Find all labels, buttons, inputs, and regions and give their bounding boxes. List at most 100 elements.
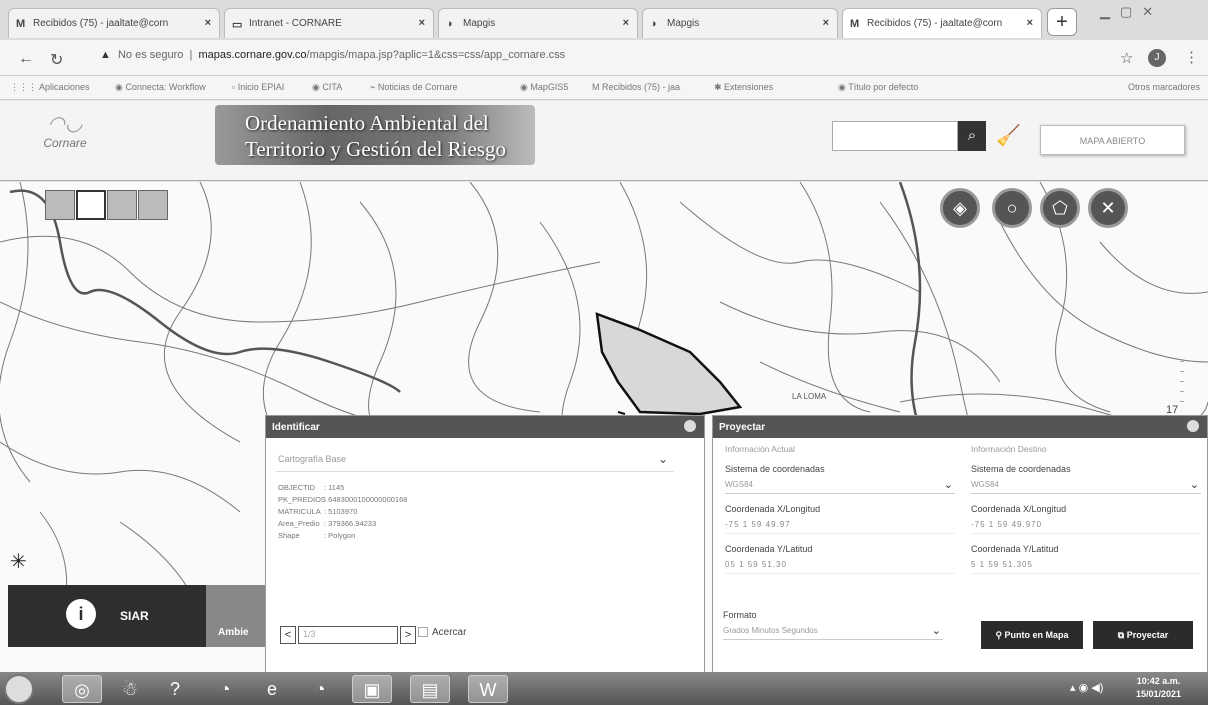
selected-parcel[interactable] xyxy=(595,312,743,416)
acercar-checkbox[interactable]: Acercar xyxy=(418,627,466,638)
reload-icon[interactable]: ↻ xyxy=(50,50,63,70)
target-system-select[interactable]: WGS84 ⌄ xyxy=(971,474,1201,494)
polygon-tool-icon[interactable]: ⬠ xyxy=(1040,188,1080,228)
people-icon[interactable]: ☃ xyxy=(110,675,150,703)
source-system-select[interactable]: WGS84 ⌄ xyxy=(725,474,955,494)
chrome-icon[interactable]: ◎ xyxy=(62,675,102,703)
bookmark-titulo[interactable]: ◉ Título por defecto xyxy=(838,82,918,93)
bookmark-extensiones[interactable]: ✱ Extensiones xyxy=(714,82,773,93)
format-select[interactable]: Grados Minutos Segundos ⌄ xyxy=(723,620,943,640)
map-pin-icon: ⚲ xyxy=(995,630,1003,640)
clock-date: 15/01/2021 xyxy=(1136,689,1182,699)
taskbar-clock[interactable]: 10:42 a.m. 15/01/2021 xyxy=(1136,675,1181,701)
target-y-label: Coordenada Y/Latitud xyxy=(971,544,1059,554)
close-icon[interactable]: × xyxy=(1027,17,1033,29)
tab-gmail-1[interactable]: M Recibidos (75) - jaaltate@corn × xyxy=(8,8,220,38)
map-open-button[interactable]: MAPA ABIERTO xyxy=(1040,125,1185,155)
close-icon[interactable]: × xyxy=(205,17,211,29)
source-x-label: Coordenada X/Longitud xyxy=(725,504,821,514)
new-tab-button[interactable]: + xyxy=(1047,8,1077,36)
chevron-down-icon: ⌄ xyxy=(1189,479,1199,491)
format-group: Formato Grados Minutos Segundos ⌄ xyxy=(723,610,943,640)
bookmark-apps[interactable]: ⋮⋮⋮ Aplicaciones xyxy=(10,82,90,93)
loading-spinner-icon: ✳ xyxy=(10,551,27,573)
help-icon[interactable]: ? xyxy=(155,675,195,703)
project-panel-header: Proyectar xyxy=(713,416,1207,438)
bookmark-recibidos[interactable]: M Recibidos (75) - jaa xyxy=(592,82,680,92)
tab-intranet[interactable]: ▭ Intranet - CORNARE × xyxy=(224,8,434,38)
external-link-icon: ⧉ xyxy=(1117,630,1125,640)
firefox-icon[interactable]: ◔ xyxy=(205,675,245,703)
tab-title: Recibidos (75) - jaaltate@corn xyxy=(867,18,1003,29)
url-field[interactable]: ▲ No es seguro | mapas.cornare.gov.co/ma… xyxy=(100,49,565,61)
target-system-label: Sistema de coordenadas xyxy=(971,464,1071,474)
close-icon[interactable]: × xyxy=(823,17,829,29)
banner-title-line2: Territorio y Gestión del Riesgo xyxy=(245,137,506,161)
search-input[interactable] xyxy=(832,121,958,151)
attribute-row: Shape: Polygon xyxy=(278,531,356,540)
search-button[interactable]: ⌕ xyxy=(958,121,986,151)
basemap-thumb-3[interactable] xyxy=(107,190,137,220)
bookmark-star-icon[interactable]: ☆ xyxy=(1120,49,1133,67)
bookmark-otros[interactable]: Otros marcadores xyxy=(1128,82,1200,92)
clear-broom-icon[interactable]: 🧹 xyxy=(996,123,1021,148)
bookmark-epiai[interactable]: ▫ Inicio EPIAI xyxy=(232,82,284,92)
info-icon: i xyxy=(66,599,96,629)
source-x-input[interactable]: -75 1 59 49.97 xyxy=(725,514,955,534)
basemap-thumb-4[interactable] xyxy=(138,190,168,220)
ambiental-tile[interactable]: Ambie xyxy=(206,585,266,647)
back-arrow-icon[interactable]: ← xyxy=(18,50,34,68)
siar-label: SIAR xyxy=(120,609,149,623)
basemap-thumb-1[interactable] xyxy=(45,190,75,220)
kebab-menu-icon[interactable]: ⋮ xyxy=(1184,48,1199,66)
basemap-thumb-2[interactable] xyxy=(76,190,106,220)
tab-mapgis-2[interactable]: ◑ Mapgis × xyxy=(642,8,838,38)
pager-next-button[interactable]: > xyxy=(400,626,416,644)
close-icon[interactable]: × xyxy=(419,17,425,29)
checkbox-box xyxy=(418,627,428,638)
close-icon[interactable]: × xyxy=(623,17,629,29)
zoom-scale-ticks: – – – – – xyxy=(1180,358,1184,405)
folder-icon[interactable]: ▤ xyxy=(410,675,450,703)
tab-mapgis-1[interactable]: ◑ Mapgis × xyxy=(438,8,638,38)
chevron-down-icon: ⌄ xyxy=(943,479,953,491)
source-y-input[interactable]: 05 1 59 51.30 xyxy=(725,554,955,574)
project-button[interactable]: ⧉ Proyectar xyxy=(1093,621,1193,649)
target-y-input[interactable]: 5 1 59 51.305 xyxy=(971,554,1201,574)
profile-avatar[interactable]: J xyxy=(1148,49,1166,67)
window-controls[interactable]: ▁▢✕ xyxy=(1100,4,1163,20)
bookmark-connecta[interactable]: ◉ Connecta: Workflow xyxy=(115,82,206,93)
acercar-label: Acercar xyxy=(432,627,467,638)
url-domain: mapas.cornare.gov.co xyxy=(198,49,307,61)
circle-tool-icon[interactable]: ○ xyxy=(992,188,1032,228)
tab-gmail-2[interactable]: M Recibidos (75) - jaaltate@corn × xyxy=(842,8,1042,38)
system-tray[interactable]: ▴ ◉ ◀) xyxy=(1070,681,1103,694)
app-header: ◠◡ Cornare Ordenamiento Ambiental del Te… xyxy=(0,101,1208,181)
warning-icon: ▲ xyxy=(100,49,111,61)
point-on-map-button[interactable]: ⚲ Punto en Mapa xyxy=(981,621,1083,649)
clock-time: 10:42 a.m. xyxy=(1136,676,1181,686)
internet-explorer-icon[interactable]: e xyxy=(252,675,292,703)
logo-swirl-icon: ◠◡ xyxy=(47,113,83,135)
layer-select[interactable]: Cartografía Base ⌄ xyxy=(276,450,674,472)
tools-icon[interactable]: ✕ xyxy=(1088,188,1128,228)
target-x-input[interactable]: -75 1 59 49.970 xyxy=(971,514,1201,534)
bookmark-cita[interactable]: ◉ CITA xyxy=(312,82,342,93)
firefox-alt-icon[interactable]: ◔ xyxy=(300,675,340,703)
word-icon[interactable]: W xyxy=(468,675,508,703)
close-icon[interactable] xyxy=(1187,420,1199,432)
start-button[interactable] xyxy=(4,674,34,704)
pager-prev-button[interactable]: < xyxy=(280,626,296,644)
tab-title: Mapgis xyxy=(463,18,496,29)
security-label: No es seguro xyxy=(117,49,184,61)
siar-tile[interactable]: i SIAR xyxy=(8,585,206,647)
close-icon[interactable] xyxy=(684,420,696,432)
format-label: Formato xyxy=(723,610,757,620)
pager-field[interactable]: 1/3 xyxy=(298,626,398,644)
target-x-label: Coordenada X/Longitud xyxy=(971,504,1067,514)
bookmark-mapgis5[interactable]: ◉ MapGIS5 xyxy=(520,82,568,93)
app-icon[interactable]: ▣ xyxy=(352,675,392,703)
bookmark-noticias[interactable]: ⌁ Noticias de Cornare xyxy=(370,82,457,93)
source-system-label: Sistema de coordenadas xyxy=(725,464,825,474)
layers-icon[interactable]: ◈ xyxy=(940,188,980,228)
